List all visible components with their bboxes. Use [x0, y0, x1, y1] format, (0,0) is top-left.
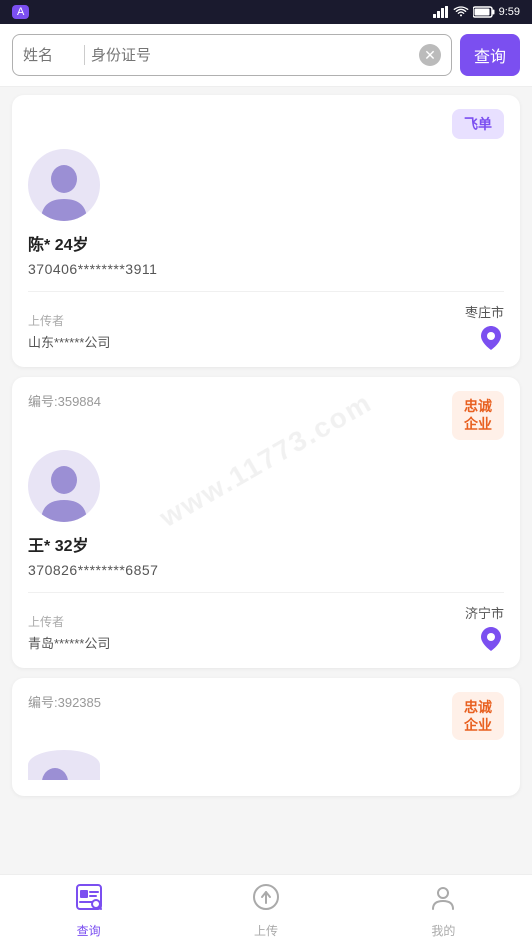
card-1-tag: 飞单	[452, 109, 504, 139]
card-1-header: 飞单	[28, 109, 504, 139]
search-bar: ✕ 查询	[0, 24, 532, 87]
card-2-city: 济宁市	[465, 603, 504, 622]
card-2-avatar	[28, 450, 100, 522]
nav-item-profile[interactable]: 我的	[355, 883, 532, 939]
status-bar-right: 9:59	[433, 6, 520, 18]
card-2-tag: 忠诚 企业	[452, 391, 504, 439]
card-1-uploader-name: 山东******公司	[28, 332, 110, 351]
card-3-avatar-partial	[28, 750, 100, 780]
time-display: 9:59	[499, 6, 520, 18]
location-icon	[478, 325, 504, 351]
avatar-icon	[37, 161, 91, 221]
id-input[interactable]	[91, 47, 413, 64]
card-1-uploader-label: 上传者	[28, 312, 110, 329]
card-2-id-num: 370826********6857	[28, 562, 504, 578]
card-1-city: 枣庄市	[465, 302, 504, 321]
status-bar: A 9:59	[0, 0, 532, 24]
card-2-id: 编号:359884	[28, 391, 101, 410]
name-input[interactable]	[23, 47, 78, 64]
card-1-name-age: 陈* 24岁	[28, 231, 504, 255]
card-3-tag: 忠诚 企业	[452, 692, 504, 740]
card-1-uploader: 上传者 山东******公司	[28, 312, 110, 351]
card-2-uploader-label: 上传者	[28, 613, 110, 630]
nav-item-query[interactable]: 查询	[0, 883, 177, 939]
card-2-name-age: 王* 32岁	[28, 532, 504, 556]
profile-nav-icon	[429, 883, 457, 918]
status-bar-left: A	[12, 5, 29, 19]
card-2-uploader-name: 青岛******公司	[28, 633, 110, 652]
pin-icon	[481, 326, 501, 350]
content-area: 飞单 陈* 24岁 370406********3911 上传者 山东*****…	[0, 87, 532, 876]
card-3-id: 编号:392385	[28, 692, 101, 711]
card-1-location: 枣庄市	[465, 302, 504, 351]
card-1[interactable]: 飞单 陈* 24岁 370406********3911 上传者 山东*****…	[12, 95, 520, 367]
pin-icon-2	[481, 627, 501, 651]
card-1-id-num: 370406********3911	[28, 261, 504, 277]
search-input-container: ✕	[12, 34, 452, 76]
card-3-header: 编号:392385 忠诚 企业	[28, 692, 504, 740]
card-2-uploader: 上传者 青岛******公司	[28, 613, 110, 652]
query-nav-icon	[75, 883, 103, 918]
card-2-location: 济宁市	[465, 603, 504, 652]
app-icon: A	[12, 5, 29, 19]
query-button[interactable]: 查询	[460, 34, 520, 76]
clear-button[interactable]: ✕	[419, 44, 441, 66]
upload-nav-icon	[252, 883, 280, 918]
bottom-nav: 查询 上传 我的	[0, 874, 532, 946]
card-2[interactable]: 编号:359884 忠诚 企业 王* 32岁 370826********685…	[12, 377, 520, 667]
input-divider	[84, 45, 85, 65]
nav-label-upload: 上传	[254, 922, 278, 939]
card-2-header: 编号:359884 忠诚 企业	[28, 391, 504, 439]
location-icon-2	[478, 626, 504, 652]
avatar-icon-2	[37, 462, 91, 522]
signal-icon	[433, 6, 449, 18]
battery-icon	[473, 6, 495, 18]
card-1-avatar	[28, 149, 100, 221]
nav-label-query: 查询	[77, 922, 101, 939]
nav-label-profile: 我的	[431, 922, 455, 939]
card-1-footer: 上传者 山东******公司 枣庄市	[28, 291, 504, 351]
wifi-icon	[453, 6, 469, 18]
card-2-footer: 上传者 青岛******公司 济宁市	[28, 592, 504, 652]
nav-item-upload[interactable]: 上传	[177, 883, 354, 939]
card-3[interactable]: 编号:392385 忠诚 企业	[12, 678, 520, 796]
avatar-icon-3	[28, 764, 82, 780]
